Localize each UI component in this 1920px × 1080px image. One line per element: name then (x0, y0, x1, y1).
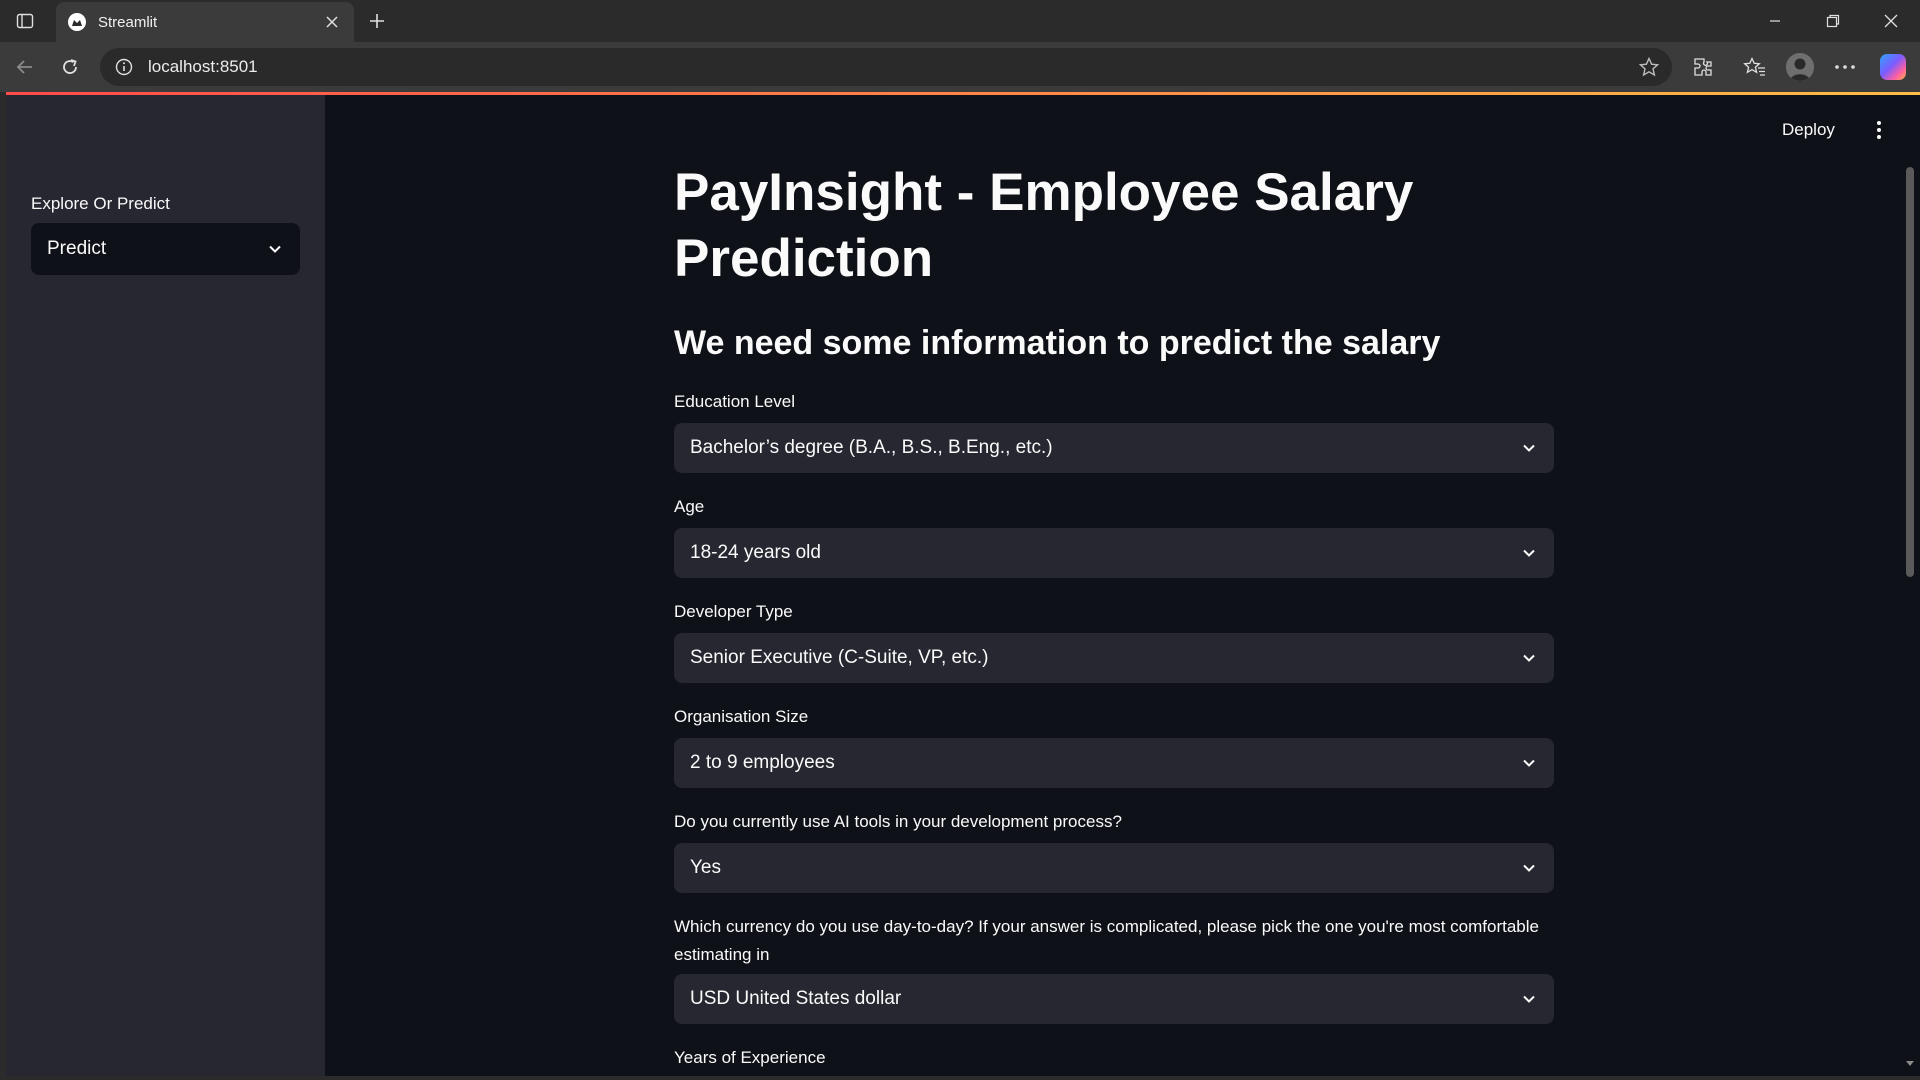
close-icon[interactable] (322, 12, 342, 32)
page-subtitle: We need some information to predict the … (674, 324, 1441, 362)
ai-tools-label: Do you currently use AI tools in your de… (674, 812, 1122, 831)
currency-select[interactable]: USD United States dollar (674, 974, 1554, 1024)
age-value: 18-24 years old (690, 542, 821, 563)
chevron-down-icon (1523, 549, 1535, 557)
years-experience-label: Years of Experience (674, 1048, 826, 1067)
url-text: localhost:8501 (148, 57, 258, 76)
developer-type-label: Developer Type (674, 602, 793, 621)
plus-icon[interactable] (364, 8, 390, 34)
app-viewport: Explore Or Predict Predict Deploy PayIns… (6, 92, 1920, 1076)
window-bottom-edge (0, 1076, 1920, 1080)
developer-type-select[interactable]: Senior Executive (C-Suite, VP, etc.) (674, 633, 1554, 683)
sidebar: Explore Or Predict Predict (6, 95, 325, 1076)
address-bar[interactable]: localhost:8501 (100, 48, 1672, 86)
browser-toolbar: localhost:8501 (0, 42, 1920, 92)
chevron-down-icon (269, 245, 281, 253)
chevron-down-icon (1523, 995, 1535, 1003)
ai-tools-select[interactable]: Yes (674, 843, 1554, 893)
extensions-icon[interactable] (1690, 54, 1716, 80)
restore-icon[interactable] (1804, 0, 1862, 42)
education-level-select[interactable]: Bachelor’s degree (B.A., B.S., B.Eng., e… (674, 423, 1554, 473)
copilot-icon[interactable] (1880, 54, 1906, 80)
organisation-size-label: Organisation Size (674, 707, 809, 726)
currency-value: USD United States dollar (690, 988, 902, 1009)
kebab-menu-icon[interactable] (1874, 118, 1884, 142)
tab-title: Streamlit (98, 13, 158, 31)
close-window-icon[interactable] (1862, 0, 1920, 42)
chevron-down-icon (1523, 864, 1535, 872)
streamlit-favicon (68, 13, 86, 31)
scrollbar-thumb[interactable] (1906, 167, 1914, 577)
scroll-down-arrow-icon[interactable] (1905, 1058, 1915, 1068)
browser-tab-bar: Streamlit (0, 0, 1920, 42)
star-icon[interactable] (1638, 56, 1660, 78)
reload-icon[interactable] (55, 52, 85, 82)
age-label: Age (674, 497, 705, 516)
favorites-icon[interactable] (1742, 54, 1768, 80)
page-title: PayInsight - Employee Salary Prediction (674, 163, 1414, 288)
chevron-down-icon (1523, 444, 1535, 452)
education-level-label: Education Level (674, 392, 795, 411)
more-icon[interactable] (1832, 54, 1858, 80)
chevron-down-icon (1523, 759, 1535, 767)
browser-tab[interactable]: Streamlit (56, 2, 354, 42)
info-icon[interactable] (114, 57, 134, 77)
ai-tools-value: Yes (690, 857, 721, 878)
chevron-down-icon (1523, 654, 1535, 662)
organisation-size-value: 2 to 9 employees (690, 752, 835, 773)
age-select[interactable]: 18-24 years old (674, 528, 1554, 578)
minimize-icon[interactable] (1746, 0, 1804, 42)
sidebar-select-label: Explore Or Predict (31, 194, 170, 213)
education-level-value: Bachelor’s degree (B.A., B.S., B.Eng., e… (690, 437, 1053, 458)
deploy-button[interactable]: Deploy (1782, 120, 1835, 140)
currency-label: Which currency do you use day-to-day? If… (674, 917, 1539, 964)
sidebar-toggle-icon[interactable] (0, 0, 50, 42)
explore-or-predict-select[interactable]: Predict (31, 223, 300, 275)
organisation-size-select[interactable]: 2 to 9 employees (674, 738, 1554, 788)
sidebar-select-value: Predict (47, 238, 107, 259)
developer-type-value: Senior Executive (C-Suite, VP, etc.) (690, 647, 989, 668)
back-icon[interactable] (10, 52, 40, 82)
profile-avatar[interactable] (1786, 53, 1814, 81)
